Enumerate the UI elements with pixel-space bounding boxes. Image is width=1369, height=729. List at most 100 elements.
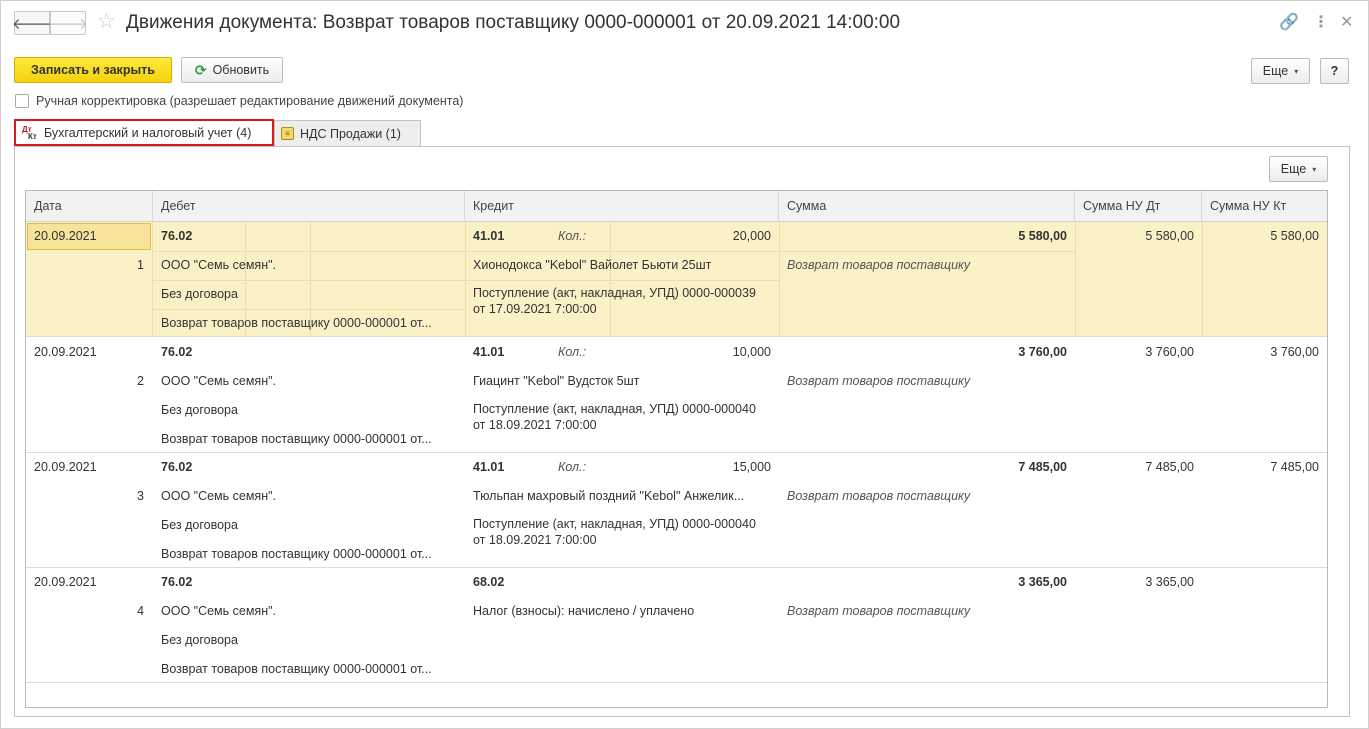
debit-subconto-1: ООО "Семь семян". bbox=[161, 258, 277, 272]
row-number: 3 bbox=[137, 489, 144, 503]
debit-subconto-3: Возврат товаров поставщику 0000-000001 о… bbox=[161, 432, 432, 446]
qty-label: Кол.: bbox=[558, 229, 587, 243]
credit-subconto-2: Поступление (акт, накладная, УПД) 0000-0… bbox=[473, 402, 756, 430]
manual-edit-label[interactable]: Ручная корректировка (разрешает редактир… bbox=[36, 94, 463, 108]
refresh-icon: ⟳ bbox=[194, 61, 207, 78]
posting-content: Возврат товаров поставщику bbox=[787, 604, 971, 618]
refresh-button[interactable]: ⟳ Обновить bbox=[181, 57, 283, 83]
more-menu-icon[interactable]: ⋮ bbox=[1313, 11, 1329, 35]
credit-quantity: 10,000 bbox=[732, 345, 771, 359]
tax-debit-amount: 7 485,00 bbox=[1145, 460, 1194, 474]
link-icon[interactable]: 🔗 bbox=[1279, 11, 1299, 35]
credit-quantity: 20,000 bbox=[732, 229, 771, 243]
chevron-down-icon: ▾ bbox=[1294, 66, 1299, 76]
arrow-left-icon: 🡐 bbox=[11, 15, 53, 33]
tax-credit-amount: 5 580,00 bbox=[1270, 229, 1319, 243]
tab-accounting-label: Бухгалтерский и налоговый учет (4) bbox=[44, 125, 252, 140]
credit-subconto-2: Поступление (акт, накладная, УПД) 0000-0… bbox=[473, 286, 756, 314]
row-date: 20.09.2021 bbox=[34, 460, 97, 474]
column-header-amount[interactable]: Сумма bbox=[779, 191, 1075, 222]
close-icon[interactable]: ✕ bbox=[1340, 11, 1353, 35]
debit-subconto-3: Возврат товаров поставщику 0000-000001 о… bbox=[161, 547, 432, 561]
postings-table[interactable]: Дата Дебет Кредит Сумма Сумма НУ Дт Сумм… bbox=[25, 190, 1328, 708]
debit-subconto-2: Без договора bbox=[161, 403, 238, 417]
tax-credit-amount: 7 485,00 bbox=[1270, 460, 1319, 474]
table-row[interactable]: 20.09.2021 1 76.02 ООО "Семь семян". Без… bbox=[26, 222, 1327, 337]
tax-debit-amount: 5 580,00 bbox=[1145, 229, 1194, 243]
row-date: 20.09.2021 bbox=[34, 229, 97, 243]
amount: 3 365,00 bbox=[1018, 575, 1067, 589]
register-icon: ≡ bbox=[281, 127, 294, 140]
debit-subconto-1: ООО "Семь семян". bbox=[161, 604, 277, 618]
debit-subconto-3: Возврат товаров поставщику 0000-000001 о… bbox=[161, 662, 432, 676]
amount: 5 580,00 bbox=[1018, 229, 1067, 243]
posting-content: Возврат товаров поставщику bbox=[787, 374, 971, 388]
arrow-right-icon: 🡒 bbox=[47, 15, 89, 33]
table-row[interactable]: 20.09.2021 2 76.02 ООО "Семь семян". Без… bbox=[26, 338, 1327, 453]
row-date: 20.09.2021 bbox=[34, 575, 97, 589]
credit-subconto-1: Хионодокса "Kebol" Вайолет Бьюти 25шт bbox=[473, 258, 712, 272]
row-number: 1 bbox=[137, 258, 144, 272]
qty-label: Кол.: bbox=[558, 460, 587, 474]
column-header-credit[interactable]: Кредит bbox=[465, 191, 779, 222]
credit-subconto-1: Налог (взносы): начислено / уплачено bbox=[473, 604, 695, 618]
debit-subconto-2: Без договора bbox=[161, 518, 238, 532]
column-header-tax-credit[interactable]: Сумма НУ Кт bbox=[1202, 191, 1327, 222]
credit-account: 68.02 bbox=[473, 575, 505, 589]
credit-quantity: 15,000 bbox=[732, 460, 771, 474]
column-header-debit[interactable]: Дебет bbox=[153, 191, 465, 222]
help-label: ? bbox=[1330, 64, 1339, 78]
tab-vat-sales[interactable]: ≡ НДС Продажи (1) bbox=[274, 120, 421, 146]
amount: 7 485,00 bbox=[1018, 460, 1067, 474]
credit-subconto-1: Гиацинт "Kebol" Вудсток 5шт bbox=[473, 374, 640, 388]
page-title: Движения документа: Возврат товаров пост… bbox=[126, 12, 901, 33]
help-button[interactable]: ? bbox=[1320, 58, 1349, 84]
credit-subconto-2: Поступление (акт, накладная, УПД) 0000-0… bbox=[473, 517, 756, 545]
debit-account: 76.02 bbox=[161, 575, 193, 589]
manual-edit-row: Ручная корректировка (разрешает редактир… bbox=[15, 94, 463, 108]
back-button[interactable]: 🡐 bbox=[11, 11, 53, 35]
panel-more-button[interactable]: Еще ▾ bbox=[1269, 156, 1328, 182]
table-header: Дата Дебет Кредит Сумма Сумма НУ Дт Сумм… bbox=[26, 191, 1327, 222]
debit-subconto-2: Без договора bbox=[161, 633, 238, 647]
posting-content: Возврат товаров поставщику bbox=[787, 258, 971, 272]
manual-edit-checkbox[interactable] bbox=[15, 94, 29, 108]
credit-account: 41.01 bbox=[473, 460, 505, 474]
credit-account: 41.01 bbox=[473, 229, 505, 243]
posting-content: Возврат товаров поставщику bbox=[787, 489, 971, 503]
save-and-close-label: Записать и закрыть bbox=[31, 63, 155, 77]
tab-accounting[interactable]: Дт Кт Бухгалтерский и налоговый учет (4) bbox=[14, 119, 274, 146]
save-and-close-button[interactable]: Записать и закрыть bbox=[14, 57, 172, 83]
credit-subconto-1: Тюльпан махровый поздний "Kebol" Анжелик… bbox=[473, 489, 745, 503]
panel-more-label: Еще bbox=[1280, 162, 1307, 176]
debit-credit-icon: Дт Кт bbox=[22, 124, 37, 141]
debit-subconto-3: Возврат товаров поставщику 0000-000001 о… bbox=[161, 316, 432, 330]
debit-subconto-1: ООО "Семь семян". bbox=[161, 374, 277, 388]
table-row[interactable]: 20.09.2021 3 76.02 ООО "Семь семян". Без… bbox=[26, 453, 1327, 568]
more-actions-label: Еще bbox=[1262, 64, 1289, 78]
tax-credit-amount: 3 760,00 bbox=[1270, 345, 1319, 359]
document-window: 🡐 🡒 ☆ Движения документа: Возврат товаро… bbox=[0, 0, 1369, 729]
qty-label: Кол.: bbox=[558, 345, 587, 359]
row-number: 2 bbox=[137, 374, 144, 388]
chevron-down-icon: ▾ bbox=[1312, 164, 1317, 174]
tax-debit-amount: 3 760,00 bbox=[1145, 345, 1194, 359]
tax-debit-amount: 3 365,00 bbox=[1145, 575, 1194, 589]
row-number: 4 bbox=[137, 604, 144, 618]
debit-account: 76.02 bbox=[161, 460, 193, 474]
favorite-star-icon[interactable]: ☆ bbox=[97, 10, 116, 34]
amount: 3 760,00 bbox=[1018, 345, 1067, 359]
more-actions-button[interactable]: Еще ▾ bbox=[1251, 58, 1310, 84]
column-header-date[interactable]: Дата bbox=[26, 191, 153, 222]
tab-vat-sales-label: НДС Продажи (1) bbox=[300, 126, 401, 141]
row-date: 20.09.2021 bbox=[34, 345, 97, 359]
debit-account: 76.02 bbox=[161, 345, 193, 359]
debit-account: 76.02 bbox=[161, 229, 193, 243]
refresh-label: Обновить bbox=[212, 63, 270, 77]
credit-account: 41.01 bbox=[473, 345, 505, 359]
column-header-tax-debit[interactable]: Сумма НУ Дт bbox=[1075, 191, 1202, 222]
table-row[interactable]: 20.09.2021 4 76.02 ООО "Семь семян". Без… bbox=[26, 568, 1327, 683]
forward-button[interactable]: 🡒 bbox=[47, 11, 89, 35]
debit-subconto-2: Без договора bbox=[161, 287, 238, 301]
debit-subconto-1: ООО "Семь семян". bbox=[161, 489, 277, 503]
